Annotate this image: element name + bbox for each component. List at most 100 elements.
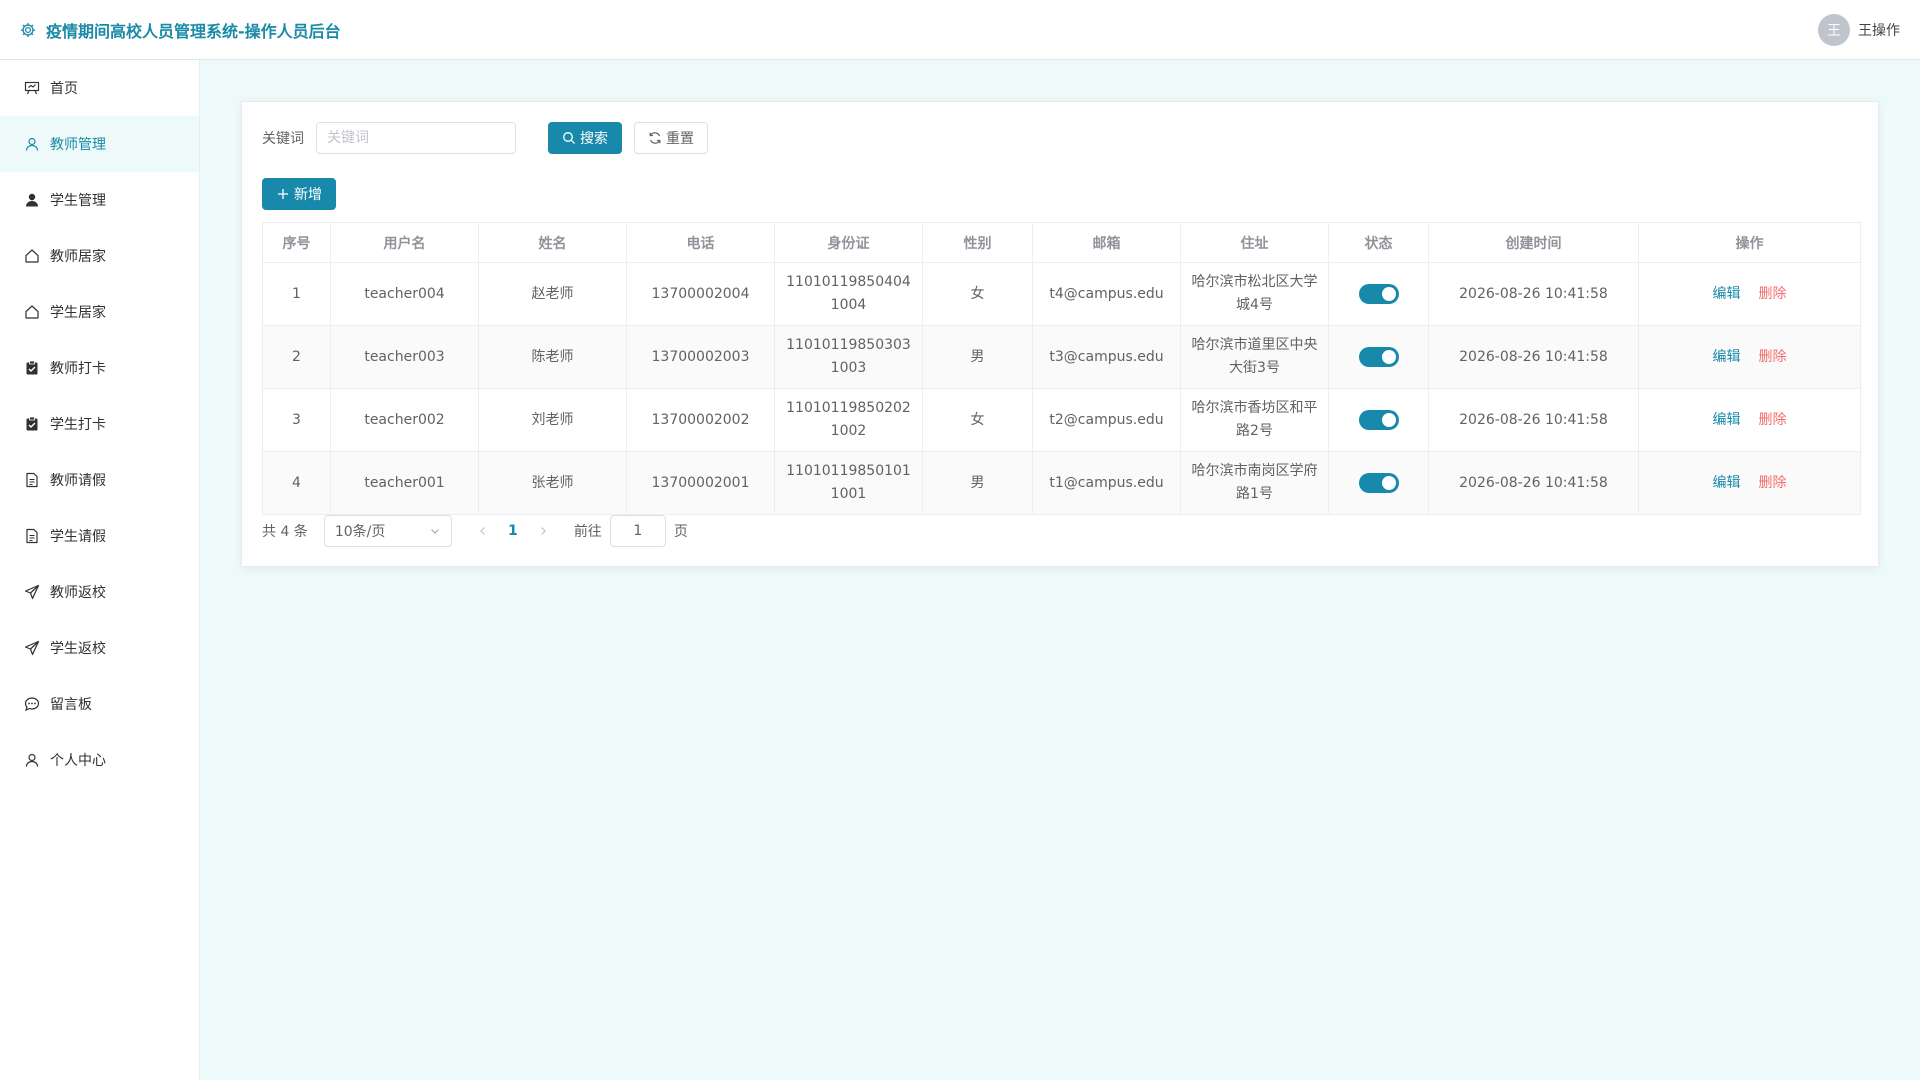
search-button[interactable]: 搜索: [548, 122, 622, 154]
search-icon: [563, 132, 575, 144]
prev-page-button[interactable]: [468, 525, 498, 537]
send-icon: [24, 584, 40, 600]
delete-button[interactable]: 删除: [1759, 475, 1787, 491]
brand: 疫情期间高校人员管理系统-操作人员后台: [20, 18, 341, 42]
sidebar-item-teacher-management[interactable]: 教师管理: [0, 116, 199, 172]
keyword-input[interactable]: [316, 122, 516, 154]
page-size-select[interactable]: 10条/页: [323, 515, 452, 547]
avatar[interactable]: 王: [1818, 13, 1850, 46]
sidebar-item-teacher-home[interactable]: 教师居家: [0, 228, 199, 284]
status-toggle[interactable]: [1358, 283, 1399, 304]
cell-email: t4@campus.edu: [1032, 262, 1181, 326]
cell-username: teacher001: [330, 451, 479, 515]
column-header: 用户名: [330, 222, 479, 263]
column-header: 身份证: [774, 222, 923, 263]
user-filled-icon: [26, 193, 38, 207]
cell-name: 张老师: [478, 451, 627, 515]
sidebar: 首页 教师管理 学生管理 教师居家 学生居家 教师打卡 学生打卡 教师请假 学生…: [0, 60, 200, 1080]
column-header: 住址: [1180, 222, 1329, 263]
house-icon: [25, 249, 39, 263]
sidebar-item-label: 学生管理: [50, 193, 106, 209]
edit-button[interactable]: 编辑: [1713, 349, 1741, 365]
column-header: 性别: [922, 222, 1033, 263]
sidebar-item-home[interactable]: 首页: [0, 60, 199, 116]
user-menu[interactable]: 王 王操作: [1818, 13, 1900, 46]
cell-status: [1328, 325, 1429, 389]
sidebar-item-teacher-leave[interactable]: 教师请假: [0, 452, 199, 508]
sidebar-item-teacher-return[interactable]: 教师返校: [0, 564, 199, 620]
gear-icon: [20, 22, 36, 37]
chevron-right-icon: [540, 527, 546, 535]
cell-id-card: 110101198504041004: [774, 262, 923, 326]
table-row: 2 teacher003 陈老师 13700002003 11010119850…: [262, 325, 1861, 389]
column-header: 序号: [262, 222, 331, 263]
cell-actions: 编辑 删除: [1638, 451, 1861, 515]
sidebar-item-student-checkin[interactable]: 学生打卡: [0, 396, 199, 452]
delete-button[interactable]: 删除: [1759, 412, 1787, 428]
edit-button[interactable]: 编辑: [1713, 286, 1741, 302]
content-card: 关键词 搜索 重置 新增 序号 用户名 姓名 电话 身份证 性别 邮箱: [241, 101, 1879, 567]
cell-phone: 13700002003: [626, 325, 775, 389]
add-button[interactable]: 新增: [262, 178, 336, 210]
table-row: 3 teacher002 刘老师 13700002002 11010119850…: [262, 388, 1861, 452]
page-number-current[interactable]: 1: [498, 523, 528, 539]
column-header: 创建时间: [1428, 222, 1639, 263]
sidebar-item-label: 学生返校: [50, 641, 106, 657]
document-icon: [26, 528, 38, 544]
status-toggle[interactable]: [1358, 409, 1399, 430]
sidebar-item-label: 教师打卡: [50, 361, 106, 377]
cell-index: 4: [262, 451, 331, 515]
column-header: 邮箱: [1032, 222, 1181, 263]
goto-page-input[interactable]: [609, 515, 666, 547]
clipboard-check-icon: [26, 360, 38, 375]
table-row: 1 teacher004 赵老师 13700002004 11010119850…: [262, 262, 1861, 326]
username[interactable]: 王操作: [1858, 20, 1900, 40]
cell-actions: 编辑 删除: [1638, 325, 1861, 389]
cell-address: 哈尔滨市南岗区学府路1号: [1180, 451, 1329, 515]
sidebar-item-label: 教师居家: [50, 249, 106, 265]
add-button-label: 新增: [294, 187, 322, 203]
sidebar-item-label: 教师请假: [50, 473, 106, 489]
sidebar-item-label: 首页: [50, 81, 78, 97]
total-count: 共 4 条: [262, 524, 308, 540]
cell-status: [1328, 451, 1429, 515]
chevron-down-icon: [430, 529, 439, 534]
cell-address: 哈尔滨市道里区中央大街3号: [1180, 325, 1329, 389]
cell-actions: 编辑 删除: [1638, 262, 1861, 326]
edit-button[interactable]: 编辑: [1713, 412, 1741, 428]
column-header: 电话: [626, 222, 775, 263]
cell-gender: 女: [922, 388, 1033, 452]
sidebar-item-message-board[interactable]: 留言板: [0, 676, 199, 732]
table-header-row: 序号 用户名 姓名 电话 身份证 性别 邮箱 住址 状态 创建时间 操作: [262, 222, 1861, 263]
cell-index: 1: [262, 262, 331, 326]
chat-icon: [24, 697, 40, 712]
send-icon: [24, 640, 40, 656]
cell-gender: 女: [922, 262, 1033, 326]
sidebar-item-student-return[interactable]: 学生返校: [0, 620, 199, 676]
reset-button[interactable]: 重置: [634, 122, 708, 154]
sidebar-item-student-management[interactable]: 学生管理: [0, 172, 199, 228]
cell-created: 2026-08-26 10:41:58: [1428, 325, 1639, 389]
sidebar-item-student-leave[interactable]: 学生请假: [0, 508, 199, 564]
edit-button[interactable]: 编辑: [1713, 475, 1741, 491]
cell-email: t2@campus.edu: [1032, 388, 1181, 452]
presentation-icon: [24, 81, 40, 95]
status-toggle[interactable]: [1358, 472, 1399, 493]
cell-email: t1@campus.edu: [1032, 451, 1181, 515]
app-header: 疫情期间高校人员管理系统-操作人员后台 王 王操作: [0, 0, 1920, 60]
delete-button[interactable]: 删除: [1759, 286, 1787, 302]
sidebar-item-student-home[interactable]: 学生居家: [0, 284, 199, 340]
sidebar-item-profile[interactable]: 个人中心: [0, 732, 199, 788]
cell-name: 赵老师: [478, 262, 627, 326]
status-toggle[interactable]: [1358, 346, 1399, 367]
cell-created: 2026-08-26 10:41:58: [1428, 388, 1639, 452]
chevron-left-icon: [479, 527, 485, 535]
column-header: 状态: [1328, 222, 1429, 263]
next-page-button[interactable]: [528, 525, 558, 537]
sidebar-item-teacher-checkin[interactable]: 教师打卡: [0, 340, 199, 396]
delete-button[interactable]: 删除: [1759, 349, 1787, 365]
cell-email: t3@campus.edu: [1032, 325, 1181, 389]
cell-name: 陈老师: [478, 325, 627, 389]
keyword-label: 关键词: [262, 131, 304, 147]
search-button-label: 搜索: [580, 131, 608, 147]
